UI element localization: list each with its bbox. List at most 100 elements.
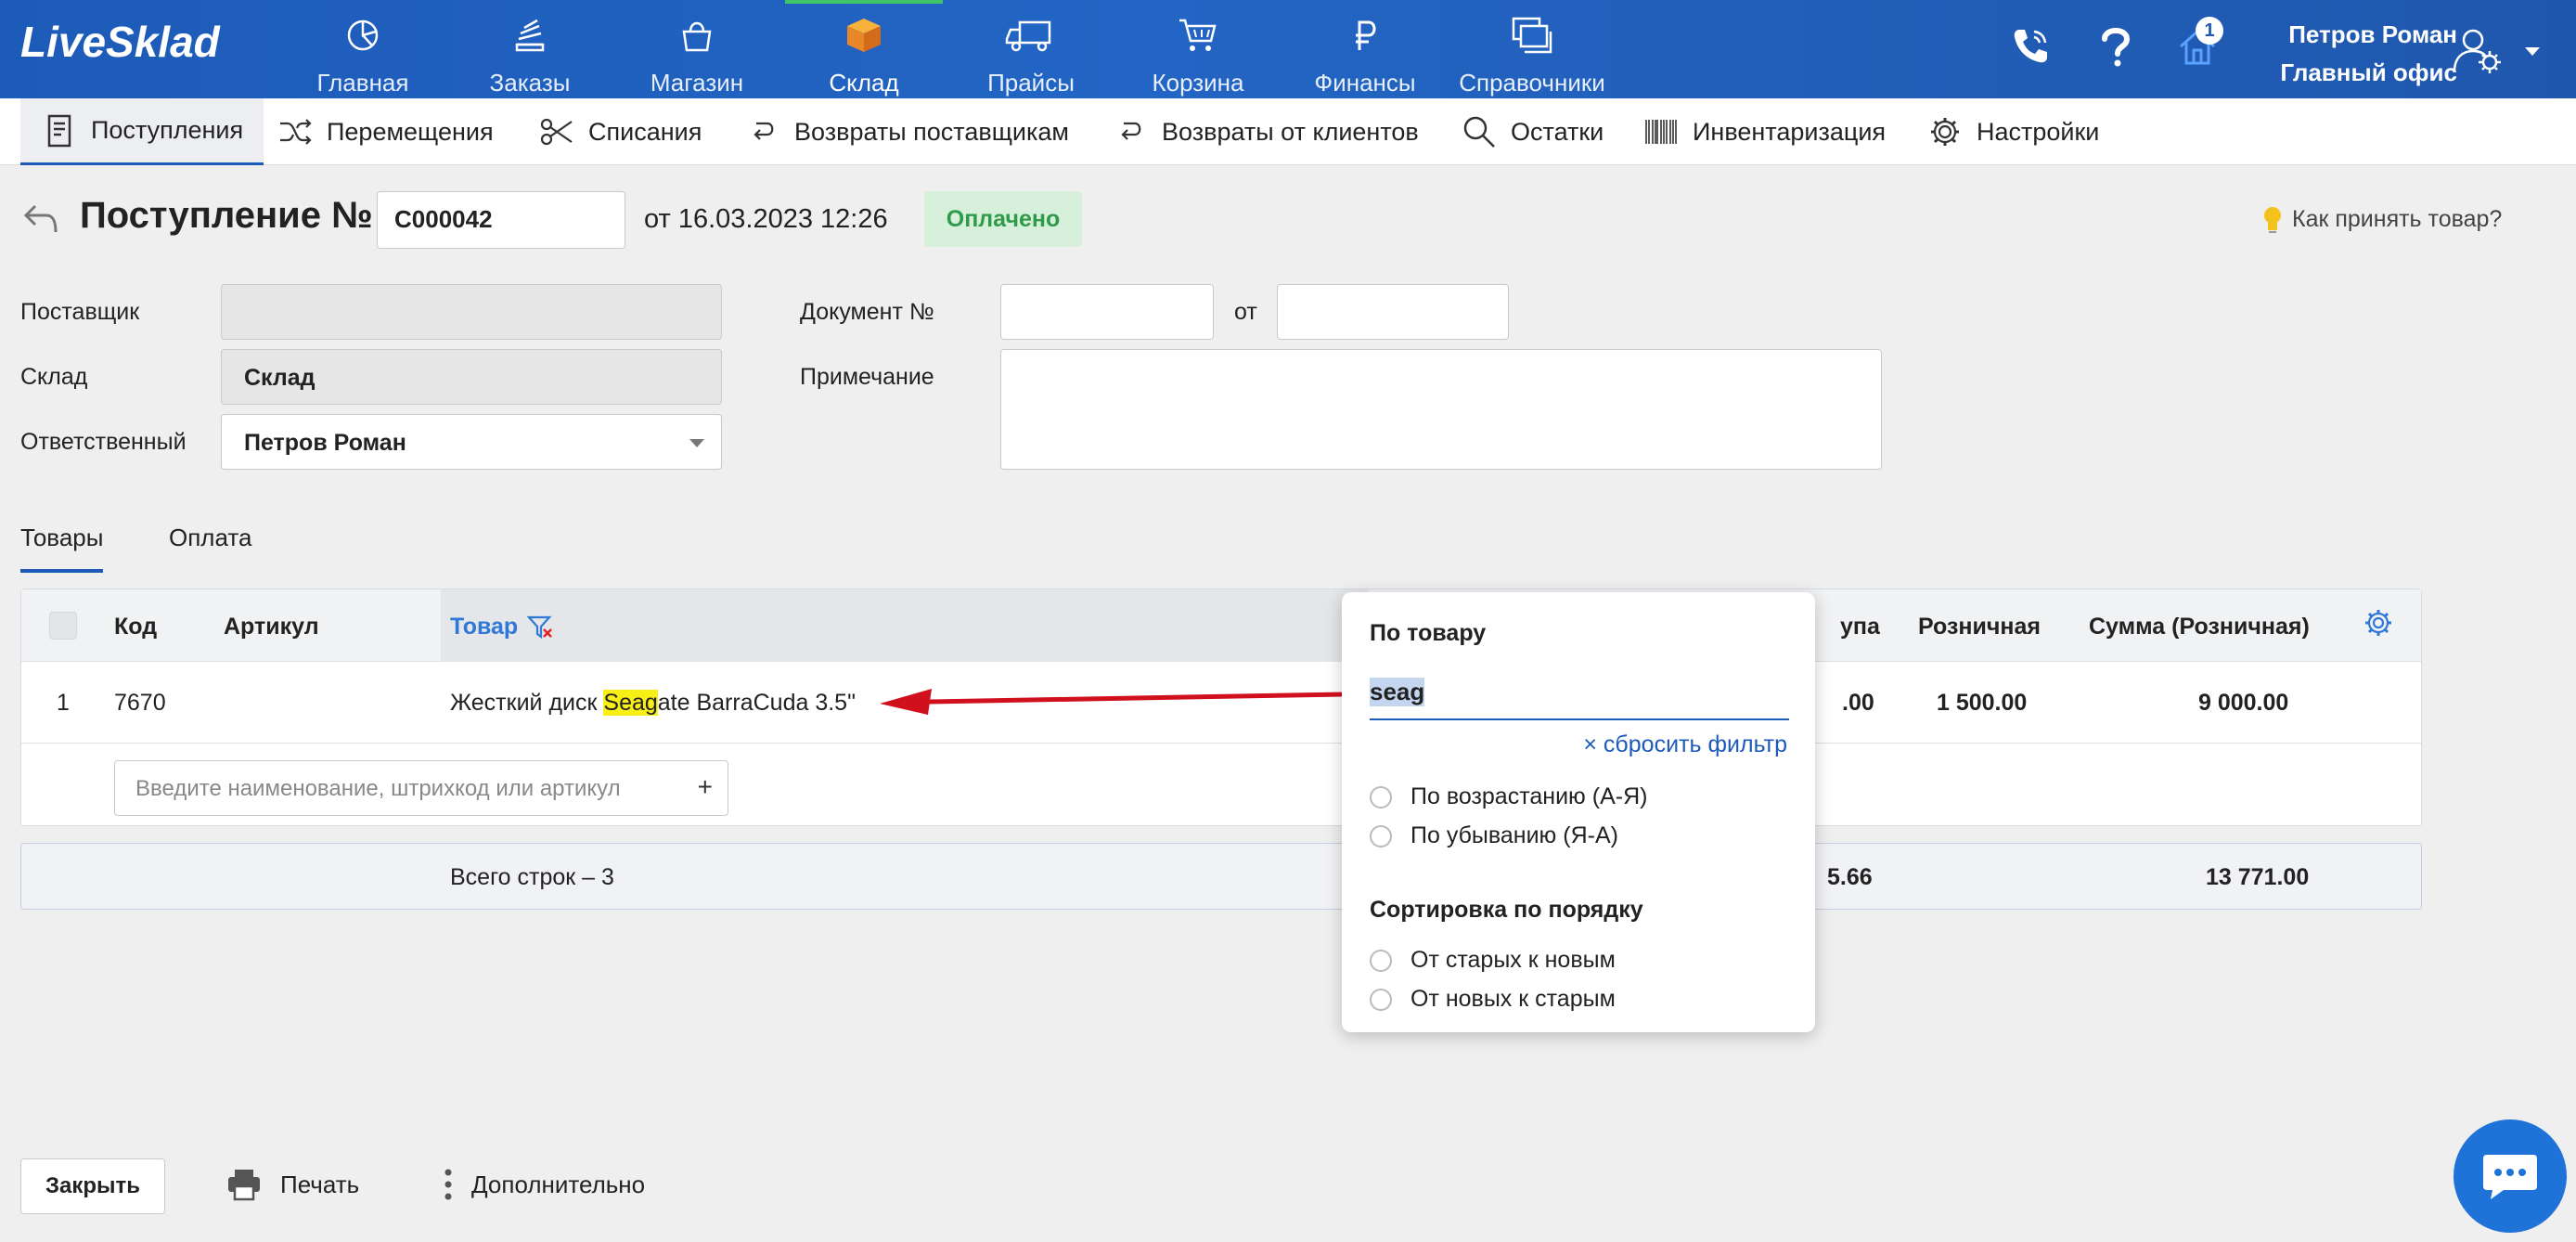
note-label: Примечание — [800, 364, 934, 390]
help-link-label: Как принять товар? — [2292, 205, 2503, 232]
more-vertical-icon — [444, 1168, 453, 1201]
nav-label: Прайсы — [987, 69, 1075, 97]
doc-date-field[interactable] — [1277, 284, 1509, 340]
search-icon — [1461, 113, 1498, 150]
print-button[interactable]: Печать — [226, 1168, 359, 1201]
nav-item-directories[interactable]: Справочники — [1453, 0, 1611, 98]
notification-badge: 1 — [2196, 17, 2223, 45]
submenu-label: Списания — [588, 117, 702, 146]
scissors-icon — [538, 113, 575, 150]
note-textarea[interactable] — [1000, 349, 1882, 470]
nav-label: Корзина — [1152, 69, 1244, 97]
product-column-highlight — [441, 589, 1369, 662]
submenu-label: Возвраты от клиентов — [1162, 117, 1419, 146]
nav-item-cart[interactable]: Корзина — [1119, 0, 1277, 98]
more-button[interactable]: Дополнительно — [444, 1168, 645, 1201]
add-product-placeholder: Введите наименование, штрихкод или артик… — [135, 776, 621, 801]
column-header-code[interactable]: Код — [114, 614, 157, 640]
supplier-label: Поставщик — [20, 299, 140, 325]
app-logo[interactable]: LiveSklad — [20, 17, 220, 67]
nav-item-orders[interactable]: Заказы — [451, 0, 609, 98]
reset-filter-link[interactable]: × сбросить фильтр — [1583, 731, 1787, 758]
document-number-input[interactable]: C000042 — [377, 191, 625, 249]
nav-item-finance[interactable]: Финансы — [1286, 0, 1444, 98]
back-arrow-icon[interactable] — [20, 199, 61, 244]
submenu-label: Возвраты поставщикам — [794, 117, 1069, 146]
top-navigation-bar: LiveSklad Главная Заказы Магазин Склад П… — [0, 0, 2576, 98]
ruble-icon — [1339, 15, 1391, 56]
radio-button[interactable] — [1370, 824, 1392, 847]
submenu-label: Перемещения — [327, 117, 494, 146]
tab-payment[interactable]: Оплата — [169, 524, 251, 552]
filter-active-icon[interactable] — [527, 615, 555, 640]
nav-item-home[interactable]: Главная — [284, 0, 442, 98]
product-header-label: Товар — [450, 614, 519, 640]
submenu-item-writeoffs[interactable]: Списания — [538, 98, 702, 165]
notifications-home-icon[interactable]: 1 — [2171, 17, 2223, 72]
warehouse-field[interactable]: Склад — [221, 349, 722, 405]
column-header-retail-sum[interactable]: Сумма (Розничная) — [2089, 614, 2310, 640]
total-purchase: 5.66 — [1827, 864, 1873, 890]
user-office: Главный офис — [2280, 58, 2457, 86]
supplier-field[interactable] — [221, 284, 722, 340]
submenu-item-supplier-returns[interactable]: Возвраты поставщикам — [744, 98, 1069, 165]
phone-icon[interactable] — [2004, 20, 2056, 72]
nav-label: Справочники — [1459, 69, 1605, 97]
responsible-select[interactable]: Петров Роман — [221, 414, 722, 470]
column-header-article[interactable]: Артикул — [224, 614, 319, 640]
sort-desc-option[interactable]: По убыванию (Я-А) — [1370, 822, 1618, 849]
nav-item-warehouse[interactable]: Склад — [785, 0, 943, 98]
column-header-retail[interactable]: Розничная — [1918, 614, 2041, 640]
submenu-item-stock[interactable]: Остатки — [1461, 98, 1604, 165]
radio-button[interactable] — [1370, 785, 1392, 809]
doc-number-field[interactable] — [1000, 284, 1214, 340]
product-name-prefix: Жесткий диск — [450, 690, 604, 716]
lightbulb-icon — [2260, 204, 2285, 234]
chat-bubble-icon — [2481, 1151, 2539, 1201]
column-header-purchase[interactable]: упа — [1840, 614, 1880, 640]
submenu-item-receipts[interactable]: Поступления — [20, 98, 264, 165]
sort-new-old-option[interactable]: От новых к старым — [1370, 986, 1616, 1013]
product-name-suffix: ate BarraCuda 3.5" — [657, 690, 856, 716]
chat-button[interactable] — [2454, 1119, 2567, 1233]
tab-products[interactable]: Товары — [20, 524, 104, 573]
nav-item-prices[interactable]: Прайсы — [952, 0, 1110, 98]
radio-button[interactable] — [1370, 949, 1392, 972]
pie-chart-icon — [337, 15, 389, 56]
user-profile-block[interactable]: Петров Роман Главный офис — [2280, 20, 2457, 87]
annotation-arrow — [880, 689, 1345, 715]
filter-title: По товару — [1370, 620, 1487, 646]
directories-icon — [1506, 15, 1558, 56]
row-code: 7670 — [114, 690, 166, 716]
responsible-label: Ответственный — [20, 429, 187, 455]
shopping-bag-icon — [671, 15, 723, 56]
submenu-item-settings[interactable]: Настройки — [1926, 98, 2099, 165]
responsible-value: Петров Роман — [244, 430, 406, 456]
doc-number-label: Документ № — [800, 299, 934, 325]
product-filter-popup: По товару seag × сбросить фильтр По возр… — [1342, 592, 1815, 1032]
sort-asc-option[interactable]: По возрастанию (А-Я) — [1370, 783, 1647, 810]
sort-desc-label: По убыванию (Я-А) — [1410, 822, 1618, 848]
add-product-button[interactable]: + — [698, 772, 713, 802]
user-name: Петров Роман — [2288, 20, 2457, 48]
sort-old-new-option[interactable]: От старых к новым — [1370, 947, 1616, 974]
select-all-checkbox[interactable] — [49, 612, 77, 640]
row-product-name[interactable]: Жесткий диск Seagate BarraCuda 3.5" — [450, 690, 856, 717]
submenu-item-inventory[interactable]: Инвентаризация — [1642, 98, 1886, 165]
table-settings-icon[interactable] — [2363, 608, 2393, 642]
chevron-down-icon[interactable] — [2518, 28, 2546, 74]
row-retail: 1 500.00 — [1937, 690, 2028, 716]
row-index: 1 — [57, 690, 70, 716]
submenu-item-client-returns[interactable]: Возвраты от клиентов — [1112, 98, 1419, 165]
nav-item-shop[interactable]: Магазин — [618, 0, 776, 98]
column-header-product[interactable]: Товар — [450, 614, 555, 640]
filter-search-input[interactable] — [1370, 672, 1789, 720]
submenu-label: Инвентаризация — [1693, 117, 1887, 146]
add-product-input[interactable]: Введите наименование, штрихкод или артик… — [114, 760, 728, 816]
submenu-item-transfers[interactable]: Перемещения — [277, 98, 494, 165]
user-settings-icon[interactable] — [2444, 17, 2509, 82]
help-icon[interactable] — [2090, 20, 2142, 72]
close-button[interactable]: Закрыть — [20, 1158, 165, 1214]
help-link[interactable]: Как принять товар? — [2260, 204, 2502, 234]
radio-button[interactable] — [1370, 988, 1392, 1011]
